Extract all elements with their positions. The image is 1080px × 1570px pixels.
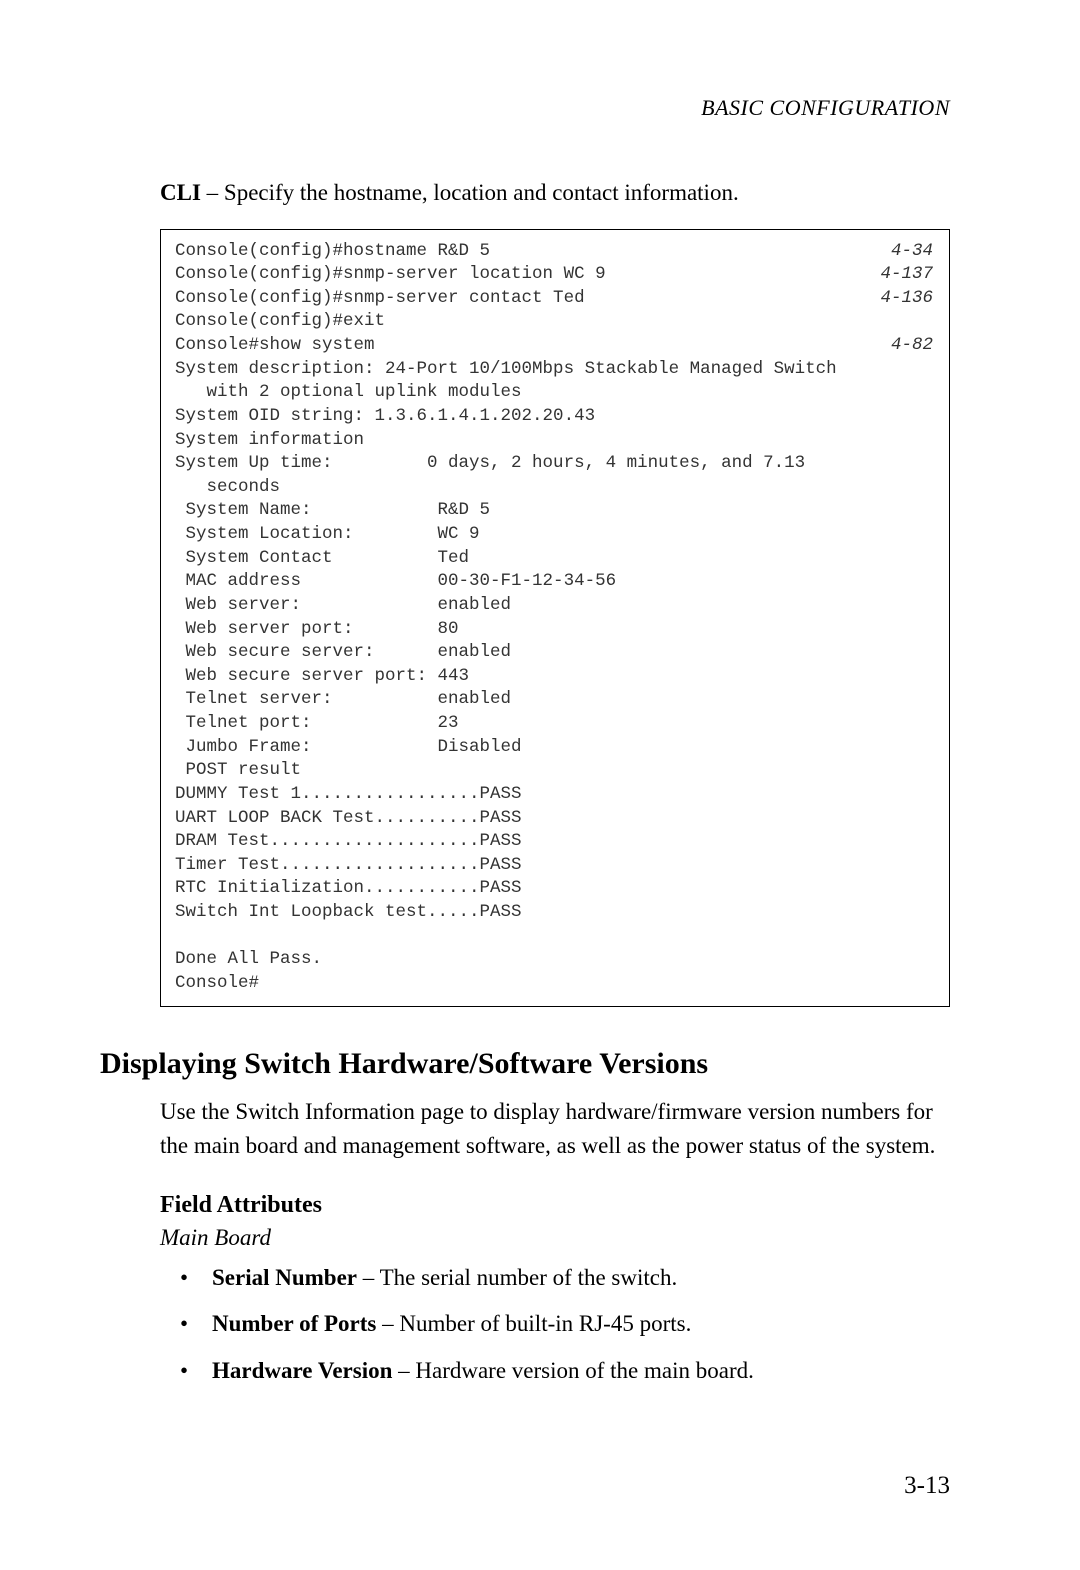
running-head-text: BASIC CONFIGURATION — [701, 95, 950, 120]
page-container: BASIC CONFIGURATION CLI – Specify the ho… — [0, 0, 1080, 1570]
subhead-italic: Main Board — [160, 1225, 950, 1251]
attr-desc: – Number of built-in RJ-45 ports. — [376, 1311, 691, 1336]
cli-body: System description: 24-Port 10/100Mbps S… — [175, 358, 935, 996]
cli-intro-bold: CLI — [160, 180, 201, 205]
running-head: BASIC CONFIGURATION — [100, 95, 950, 121]
list-item: Number of Ports – Number of built-in RJ-… — [212, 1307, 950, 1342]
cli-ref: 4-136 — [880, 287, 935, 311]
cli-ref: 4-137 — [880, 263, 935, 287]
cli-ref: 4-82 — [891, 334, 935, 358]
cli-line: Console#show system 4-82 — [175, 334, 935, 358]
cli-intro-paragraph: CLI – Specify the hostname, location and… — [160, 176, 950, 211]
cli-cmd: Console(config)#snmp-server location WC … — [175, 263, 606, 287]
cli-output-box: Console(config)#hostname R&D 54-34Consol… — [160, 229, 950, 1007]
list-item: Serial Number – The serial number of the… — [212, 1261, 950, 1296]
cli-intro-rest: – Specify the hostname, location and con… — [201, 180, 739, 205]
list-item: Hardware Version – Hardware version of t… — [212, 1354, 950, 1389]
cli-cmd: Console(config)#hostname R&D 5 — [175, 240, 490, 264]
attr-term: Serial Number — [212, 1265, 357, 1290]
cli-line: Console(config)#hostname R&D 5 4-34 — [175, 240, 935, 264]
section-heading: Displaying Switch Hardware/Software Vers… — [100, 1047, 950, 1081]
attr-desc: – The serial number of the switch. — [357, 1265, 677, 1290]
subsection-heading: Field Attributes — [160, 1192, 950, 1219]
attr-term: Number of Ports — [212, 1311, 376, 1336]
cli-cmd: Console(config)#snmp-server contact Ted — [175, 287, 585, 311]
attribute-list: Serial Number – The serial number of the… — [160, 1261, 950, 1389]
page-number: 3-13 — [904, 1472, 950, 1500]
attr-term: Hardware Version — [212, 1358, 392, 1383]
cli-line: Console(config)#snmp-server contact Ted 4… — [175, 287, 935, 311]
cli-ref: 4-34 — [891, 240, 935, 264]
attr-desc: – Hardware version of the main board. — [392, 1358, 754, 1383]
cli-line: Console(config)#snmp-server location WC … — [175, 263, 935, 287]
body-paragraph: Use the Switch Information page to displ… — [160, 1095, 950, 1164]
cli-line: Console(config)#exit — [175, 310, 935, 334]
cli-cmd: Console#show system — [175, 334, 375, 358]
